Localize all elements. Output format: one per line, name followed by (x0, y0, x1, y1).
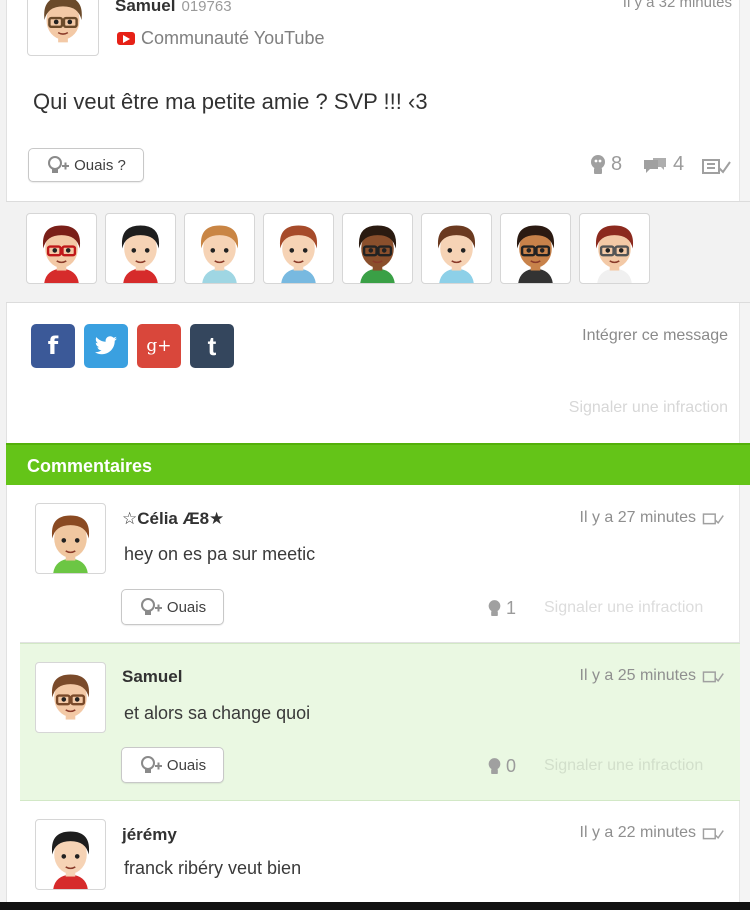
comment-body: hey on es pa sur meetic (124, 544, 316, 564)
yeah-avatar-4[interactable] (263, 213, 334, 284)
yeah-avatar-6[interactable] (421, 213, 492, 284)
comment-stat: 4 (641, 153, 684, 176)
post-author-id: 019763 (181, 0, 232, 15)
yeah-count: 8 (611, 153, 623, 175)
yeah-avatar-2[interactable] (105, 213, 176, 284)
comment-yeah-count: 1 (506, 598, 517, 618)
spoiler-icon[interactable] (701, 156, 731, 181)
facebook-icon: f (47, 332, 59, 360)
tumblr-icon: t (207, 330, 217, 361)
comment-author[interactable]: jérémy (122, 825, 177, 845)
bottom-bar (0, 902, 750, 910)
comment-yeah-label: Ouais (166, 598, 207, 616)
comment-yeah-button[interactable]: Ouais (121, 589, 224, 625)
comment-avatar[interactable] (35, 503, 106, 574)
comment-time-label: Il y a 25 minutes (579, 667, 697, 684)
spoiler-icon (702, 670, 724, 682)
comment-report-link[interactable]: Signaler une infraction (544, 757, 703, 775)
post-author-line: Samuel 019763 (115, 0, 232, 16)
spoiler-icon (702, 512, 724, 524)
twitter-button[interactable] (84, 324, 128, 368)
comment-count: 4 (673, 153, 685, 175)
yeah-add-icon (140, 756, 162, 773)
googleplus-icon: g+ (146, 336, 172, 356)
comment-yeah-label: Ouais (166, 756, 207, 774)
report-link[interactable]: Signaler une infraction (569, 399, 728, 417)
comment-time-label: Il y a 22 minutes (579, 824, 697, 841)
comments-header: Commentaires (6, 443, 750, 485)
googleplus-button[interactable]: g+ (137, 324, 181, 368)
community-label: Communauté YouTube (141, 28, 325, 48)
twitter-icon (95, 336, 117, 355)
yeah-avatar-1[interactable] (26, 213, 97, 284)
post-author-avatar[interactable] (27, 0, 99, 56)
yeah-icon (488, 600, 501, 616)
comments-title: Commentaires (27, 456, 153, 476)
comment-body: franck ribéry veut bien (124, 858, 302, 878)
comment-icon (644, 157, 666, 173)
post-time: Il y a 32 minutes (622, 0, 732, 11)
comment-author[interactable]: Samuel (122, 667, 182, 687)
spoiler-icon (702, 827, 724, 839)
comment-avatar[interactable] (35, 662, 106, 733)
comment-author[interactable]: ☆Célia Æ8★ (122, 509, 224, 529)
yeah-avatar-7[interactable] (500, 213, 571, 284)
tumblr-button[interactable]: t (190, 324, 234, 368)
comment-time-label: Il y a 27 minutes (579, 509, 697, 526)
yeah-button-label: Ouais ? (74, 156, 126, 174)
yeah-avatar-3[interactable] (184, 213, 255, 284)
post-community[interactable]: Communauté YouTube (117, 28, 324, 49)
comment-separator (20, 642, 740, 643)
comment-time: Il y a 22 minutes (580, 824, 725, 842)
yeah-add-icon (48, 156, 70, 173)
yeah-button[interactable]: Ouais ? (28, 148, 144, 182)
comment-time: Il y a 27 minutes (580, 509, 725, 527)
comment-body: et alors sa change quoi (124, 703, 311, 723)
facebook-button[interactable]: f (31, 324, 75, 368)
comment-yeah-button[interactable]: Ouais (121, 747, 224, 783)
youtube-icon (117, 32, 135, 45)
embed-link[interactable]: Intégrer ce message (582, 327, 728, 345)
comment-yeah-stat: 0 (487, 756, 516, 777)
comment-yeah-stat: 1 (487, 598, 516, 619)
comment-avatar[interactable] (35, 819, 106, 890)
comment-yeah-count: 0 (506, 756, 517, 776)
yeah-stat: 8 (589, 153, 622, 176)
comment-time: Il y a 25 minutes (580, 667, 725, 685)
post-body: Qui veut être ma petite amie ? SVP !!! ‹… (33, 89, 428, 114)
yeah-avatar-8[interactable] (579, 213, 650, 284)
yeah-icon (591, 154, 605, 174)
yeah-icon (488, 758, 501, 774)
yeah-avatar-5[interactable] (342, 213, 413, 284)
comment-report-link[interactable]: Signaler une infraction (544, 599, 703, 617)
post-author-name[interactable]: Samuel (115, 0, 175, 15)
yeah-add-icon (140, 598, 162, 615)
